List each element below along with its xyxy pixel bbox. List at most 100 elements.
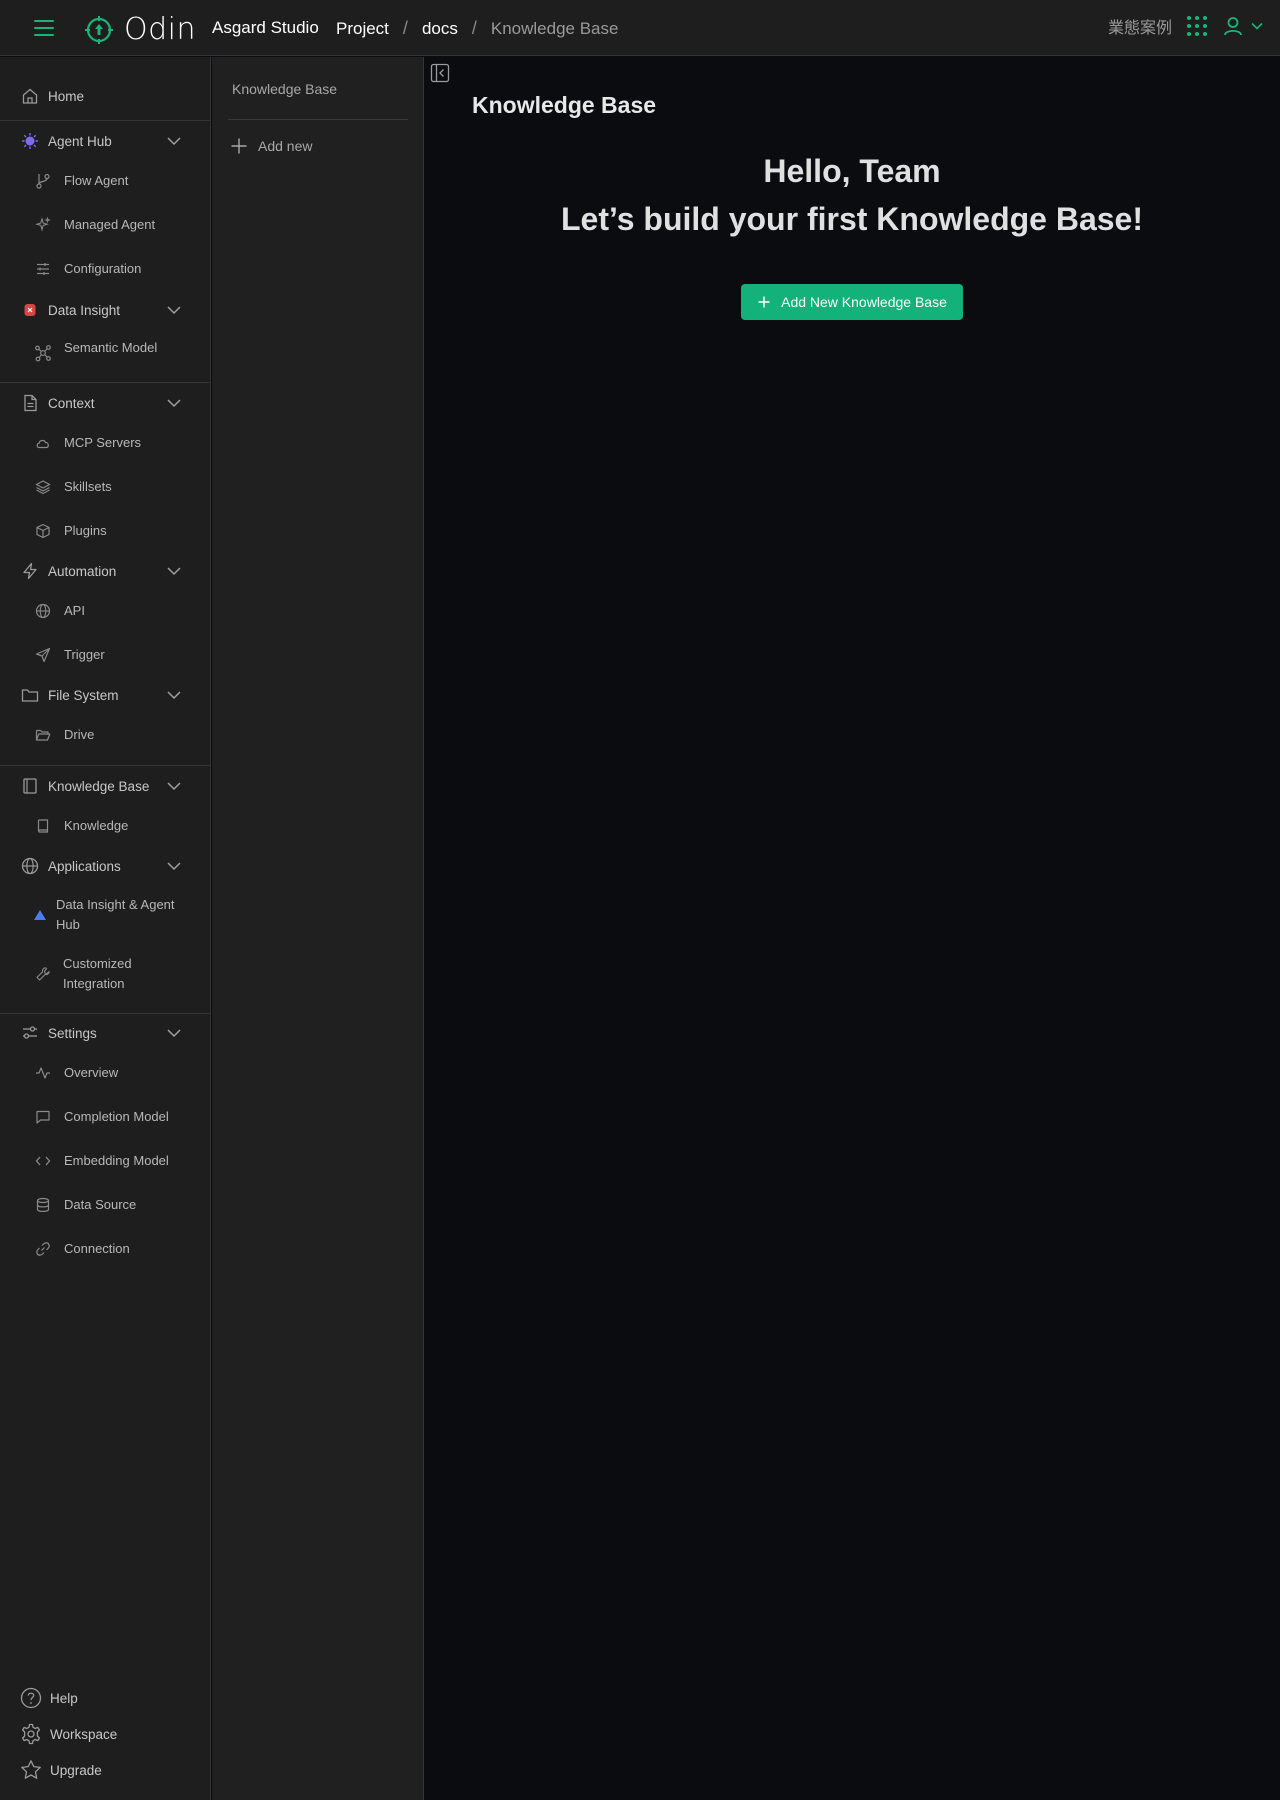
sidebar-item-plugins[interactable]: Plugins <box>0 521 210 541</box>
code-icon <box>34 1152 52 1170</box>
collapse-panel-icon[interactable] <box>430 63 450 83</box>
sidebar-item-data-insight-agent-hub[interactable]: Data Insight & Agent Hub <box>0 895 210 937</box>
sidebar-item-label: Drive <box>64 727 95 742</box>
sidebar-item-home[interactable]: Home <box>20 86 230 106</box>
divider <box>0 382 211 383</box>
chevron-down-icon[interactable] <box>166 1025 182 1041</box>
cta-label: Add New Knowledge Base <box>781 294 947 310</box>
add-new-button[interactable]: Add new <box>230 137 312 155</box>
apps-grid-icon[interactable] <box>1186 15 1208 37</box>
sidebar-item-knowledge-base[interactable]: Knowledge Base <box>20 776 230 796</box>
user-menu-button[interactable] <box>1222 15 1264 37</box>
sidebar-item-skillsets[interactable]: Skillsets <box>0 477 210 497</box>
sidebar-item-label: Context <box>48 395 95 411</box>
agent-hub-icon <box>20 131 40 151</box>
chevron-down-icon[interactable] <box>166 778 182 794</box>
sidebar-item-settings[interactable]: Settings <box>20 1023 230 1043</box>
panel-title: Knowledge Base <box>232 81 338 97</box>
sidebar-item-knowledge[interactable]: Knowledge <box>0 816 210 836</box>
sidebar-item-label: Hub <box>56 917 80 932</box>
sidebar-item-help[interactable]: Help <box>20 1687 230 1709</box>
chevron-down-icon <box>1251 22 1263 30</box>
breadcrumb-docs[interactable]: docs <box>422 19 458 39</box>
divider <box>0 765 211 766</box>
sidebar-item-label: Applications <box>48 858 121 874</box>
sidebar-item-drive[interactable]: Drive <box>0 725 210 745</box>
sidebar-item-label: Overview <box>64 1065 119 1080</box>
globe-icon <box>20 856 40 876</box>
triangle-logo-icon <box>33 908 47 922</box>
sidebar-item-label: Upgrade <box>50 1762 102 1778</box>
chevron-down-icon[interactable] <box>166 687 182 703</box>
sidebar-item-semantic-model[interactable]: Semantic Model <box>0 340 210 364</box>
sidebar-item-label: File System <box>48 687 119 703</box>
network-icon <box>34 344 52 362</box>
sidebar-item-label: Knowledge Base <box>48 778 150 794</box>
chevron-down-icon[interactable] <box>166 395 182 411</box>
welcome-subtitle: Let’s build your first Knowledge Base! <box>561 201 1143 237</box>
document-icon <box>20 393 40 413</box>
sidebar-item-embedding-model[interactable]: Embedding Model <box>0 1151 210 1171</box>
industry-cases-link[interactable]: 業態案例 <box>1108 14 1172 38</box>
chevron-down-icon[interactable] <box>166 302 182 318</box>
sidebar-item-completion-model[interactable]: Completion Model <box>0 1107 210 1127</box>
sidebar-item-agent-hub[interactable]: Agent Hub <box>20 131 230 151</box>
git-branch-icon <box>34 172 52 190</box>
sidebar-item-label: Configuration <box>64 261 142 276</box>
greeting-heading: Hello, Team <box>763 153 941 189</box>
sidebar-item-label: MCP Servers <box>64 435 142 450</box>
divider <box>0 120 211 121</box>
app-logo[interactable]: Odin <box>84 12 196 47</box>
sidebar-item-label: API <box>64 603 85 618</box>
studio-name[interactable]: Asgard Studio <box>212 18 319 38</box>
sidebar-item-flow-agent[interactable]: Flow Agent <box>0 171 210 191</box>
wrench-icon <box>35 966 51 982</box>
breadcrumb-project[interactable]: Project <box>336 19 389 39</box>
odin-logo-icon <box>85 15 113 44</box>
sidebar-item-label: Data Insight <box>48 302 121 318</box>
sidebar-item-automation[interactable]: Automation <box>20 561 230 581</box>
chevron-down-icon[interactable] <box>166 133 182 149</box>
page-title: Knowledge Base <box>472 92 657 118</box>
sidebar-item-data-insight[interactable]: Data Insight <box>20 300 230 320</box>
home-icon <box>20 86 40 106</box>
chevron-down-icon[interactable] <box>166 858 182 874</box>
add-new-label: Add new <box>258 138 313 154</box>
sidebar-item-context[interactable]: Context <box>20 393 230 413</box>
hamburger-menu-icon[interactable] <box>32 16 56 40</box>
chevron-down-icon[interactable] <box>166 563 182 579</box>
settings-sliders-icon <box>20 1023 40 1043</box>
sidebar-item-applications[interactable]: Applications <box>20 856 230 876</box>
sidebar-item-label: Data Insight & Agent <box>56 897 175 912</box>
logo-text: Odin <box>124 12 197 47</box>
sidebar-item-customized-integration[interactable]: Customized Integration <box>0 954 210 996</box>
sidebar-item-trigger[interactable]: Trigger <box>0 645 210 665</box>
activity-icon <box>34 1064 52 1082</box>
sidebar-item-workspace[interactable]: Workspace <box>20 1723 230 1745</box>
breadcrumb: Project / docs / Knowledge Base <box>336 18 618 39</box>
book-icon <box>20 776 40 796</box>
database-icon <box>34 1196 52 1214</box>
sidebar-item-label: Managed Agent <box>64 217 156 232</box>
sidebar-item-label: Flow Agent <box>64 173 129 188</box>
sidebar-item-file-system[interactable]: File System <box>20 685 230 705</box>
sidebar-item-connection[interactable]: Connection <box>0 1239 210 1259</box>
sidebar-item-label: Help <box>50 1690 78 1706</box>
sidebar-item-api[interactable]: API <box>0 601 210 621</box>
sidebar-item-label: Embedding Model <box>64 1153 169 1168</box>
folder-icon <box>20 685 40 705</box>
sidebar-item-label: Agent Hub <box>48 133 112 149</box>
sidebar-item-mcp-servers[interactable]: MCP Servers <box>0 433 210 453</box>
sidebar-item-configuration[interactable]: Configuration <box>0 259 210 279</box>
add-new-knowledge-base-button[interactable]: Add New Knowledge Base <box>741 284 963 320</box>
sidebar-item-upgrade[interactable]: Upgrade <box>20 1759 230 1781</box>
link-icon <box>34 1240 52 1258</box>
sidebar-item-data-source[interactable]: Data Source <box>0 1195 210 1215</box>
sidebar-item-label: Skillsets <box>64 479 112 494</box>
layers-icon <box>34 478 52 496</box>
divider <box>0 1013 211 1014</box>
knowledge-base-panel: Knowledge Base Add new <box>212 57 424 1800</box>
sidebar-item-managed-agent[interactable]: Managed Agent <box>0 215 210 235</box>
sidebar-item-label: Workspace <box>50 1726 118 1742</box>
sidebar-item-overview[interactable]: Overview <box>0 1063 210 1083</box>
